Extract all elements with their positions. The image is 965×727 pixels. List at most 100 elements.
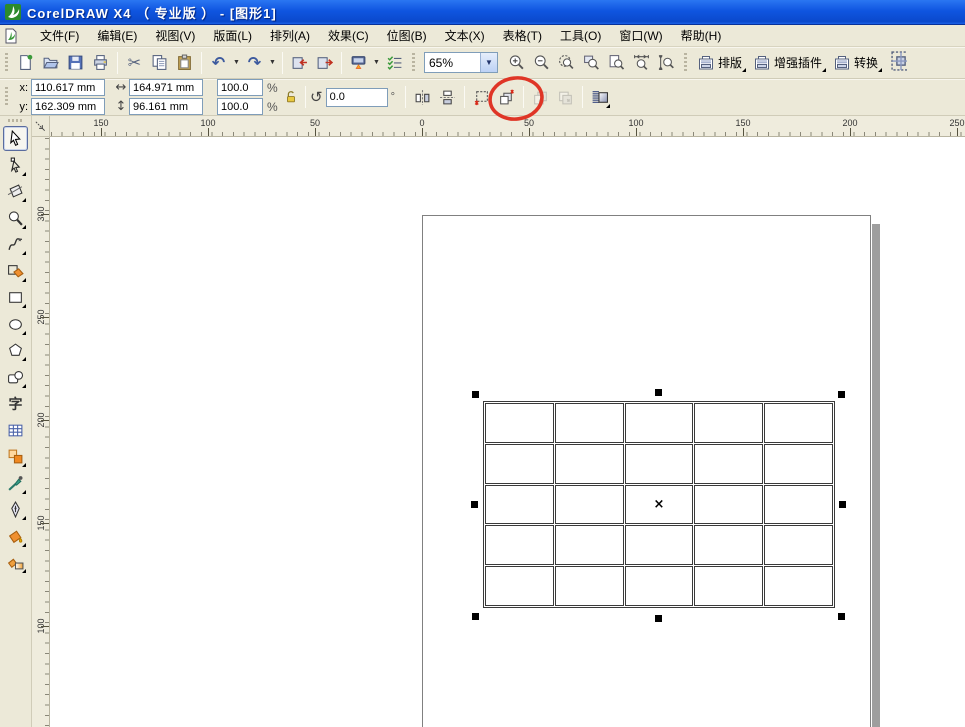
polygon-tool[interactable] (3, 338, 28, 363)
table-cell[interactable] (694, 403, 763, 443)
selection-handle-middle-right[interactable] (839, 501, 846, 508)
open-button[interactable] (38, 50, 63, 75)
selection-handle-bottom-right[interactable] (838, 613, 845, 620)
fill-tool[interactable] (3, 524, 28, 549)
import-button[interactable] (287, 50, 312, 75)
zoom-out-button[interactable] (529, 50, 554, 75)
smart-fill-tool[interactable] (3, 259, 28, 284)
enhance-plugin-button[interactable]: 增强插件 (748, 51, 828, 74)
cut-button[interactable]: ✂ (122, 50, 147, 75)
options-button[interactable] (382, 50, 407, 75)
menu-effects[interactable]: 效果(C) (319, 24, 378, 47)
menu-bitmaps[interactable]: 位图(B) (378, 24, 436, 47)
selection-handle-top-left[interactable] (472, 391, 479, 398)
menu-help[interactable]: 帮助(H) (672, 24, 731, 47)
nonproportional-scaling-lock-button[interactable] (281, 85, 301, 109)
graph-paper-table[interactable] (483, 401, 835, 608)
selection-handle-bottom-left[interactable] (472, 613, 479, 620)
to-back-button[interactable] (553, 85, 578, 110)
drawing-viewport[interactable]: × (50, 137, 965, 727)
table-cell[interactable] (764, 444, 833, 484)
menu-table[interactable]: 表格(T) (494, 24, 551, 47)
menu-edit[interactable]: 编辑(E) (88, 24, 146, 47)
paste-button[interactable] (172, 50, 197, 75)
zoom-in-button[interactable] (504, 50, 529, 75)
mirror-horizontal-button[interactable] (410, 85, 435, 110)
undo-dropdown[interactable]: ▼ (231, 50, 242, 75)
copy-button[interactable] (147, 50, 172, 75)
clipped-toolbar-button[interactable] (890, 50, 907, 75)
shape-tool[interactable] (3, 153, 28, 178)
crop-tool[interactable] (3, 179, 28, 204)
menu-file[interactable]: 文件(F) (31, 24, 88, 47)
zoom-height-button[interactable] (654, 50, 679, 75)
zoom-page-button[interactable] (604, 50, 629, 75)
table-cell[interactable] (625, 403, 694, 443)
save-button[interactable] (63, 50, 88, 75)
freehand-tool[interactable] (3, 232, 28, 257)
zoom-level-combo[interactable]: 65% ▼ (424, 52, 498, 73)
print-button[interactable] (88, 50, 113, 75)
table-cell[interactable] (555, 403, 624, 443)
menu-tools[interactable]: 工具(O) (551, 24, 610, 47)
scale-vertical-input[interactable] (217, 98, 263, 115)
undo-button[interactable]: ↶ (206, 50, 231, 75)
selection-handle-middle-left[interactable] (471, 501, 478, 508)
menu-window[interactable]: 窗口(W) (610, 24, 671, 47)
zoom-selected-button[interactable] (554, 50, 579, 75)
table-cell[interactable] (485, 525, 554, 565)
table-cell[interactable] (555, 566, 624, 606)
table-cell[interactable] (555, 444, 624, 484)
toolbox-grip[interactable] (8, 119, 24, 122)
blend-tool[interactable] (3, 444, 28, 469)
export-button[interactable] (312, 50, 337, 75)
zoom-combo-dropdown[interactable]: ▼ (480, 53, 497, 72)
new-button[interactable] (13, 50, 38, 75)
rotation-angle-input[interactable] (326, 88, 388, 107)
application-launcher-button[interactable] (346, 50, 371, 75)
object-height-input[interactable] (129, 98, 203, 115)
eyedropper-tool[interactable] (3, 471, 28, 496)
menu-text[interactable]: 文本(X) (436, 24, 494, 47)
selection-handle-top-middle[interactable] (655, 389, 662, 396)
table-cell[interactable] (625, 566, 694, 606)
ellipse-tool[interactable] (3, 312, 28, 337)
scale-horizontal-input[interactable] (217, 79, 263, 96)
mirror-vertical-button[interactable] (435, 85, 460, 110)
table-cell[interactable] (485, 403, 554, 443)
table-cell[interactable] (694, 485, 763, 525)
convert-plugin-button[interactable]: 转换 (828, 51, 884, 74)
table-cell[interactable] (764, 525, 833, 565)
table-cell[interactable] (694, 525, 763, 565)
table-tool[interactable] (3, 418, 28, 443)
document-icon[interactable] (3, 28, 19, 44)
toolbar-grip[interactable] (5, 53, 8, 73)
table-cell[interactable] (485, 566, 554, 606)
vertical-ruler[interactable]: 300 250 200 150 100 (32, 137, 50, 727)
ruler-origin[interactable] (32, 116, 50, 137)
horizontal-ruler[interactable]: 150 100 50 0 50 100 150 200 250 (50, 116, 965, 137)
object-width-input[interactable] (129, 79, 203, 96)
selection-handle-bottom-middle[interactable] (655, 615, 662, 622)
table-cell[interactable] (625, 485, 694, 525)
interactive-fill-tool[interactable] (3, 550, 28, 575)
table-cell[interactable] (694, 444, 763, 484)
to-front-button[interactable] (528, 85, 553, 110)
zoom-all-objects-button[interactable] (579, 50, 604, 75)
menu-arrange[interactable]: 排列(A) (261, 24, 319, 47)
table-cell[interactable] (555, 525, 624, 565)
x-position-input[interactable] (31, 79, 105, 96)
table-cell[interactable] (764, 485, 833, 525)
table-cell[interactable] (485, 444, 554, 484)
toolbar-grip[interactable] (684, 53, 687, 73)
coreldraw-app-icon[interactable] (4, 3, 22, 21)
text-tool[interactable]: 字 (3, 391, 28, 416)
table-cell[interactable] (555, 485, 624, 525)
launcher-dropdown[interactable]: ▼ (371, 50, 382, 75)
toolbar-grip[interactable] (412, 53, 415, 73)
table-cell[interactable] (694, 566, 763, 606)
selection-handle-top-right[interactable] (838, 391, 845, 398)
layout-plugin-button[interactable]: 排版 (692, 51, 748, 74)
table-cell[interactable] (764, 403, 833, 443)
table-cell[interactable] (764, 566, 833, 606)
